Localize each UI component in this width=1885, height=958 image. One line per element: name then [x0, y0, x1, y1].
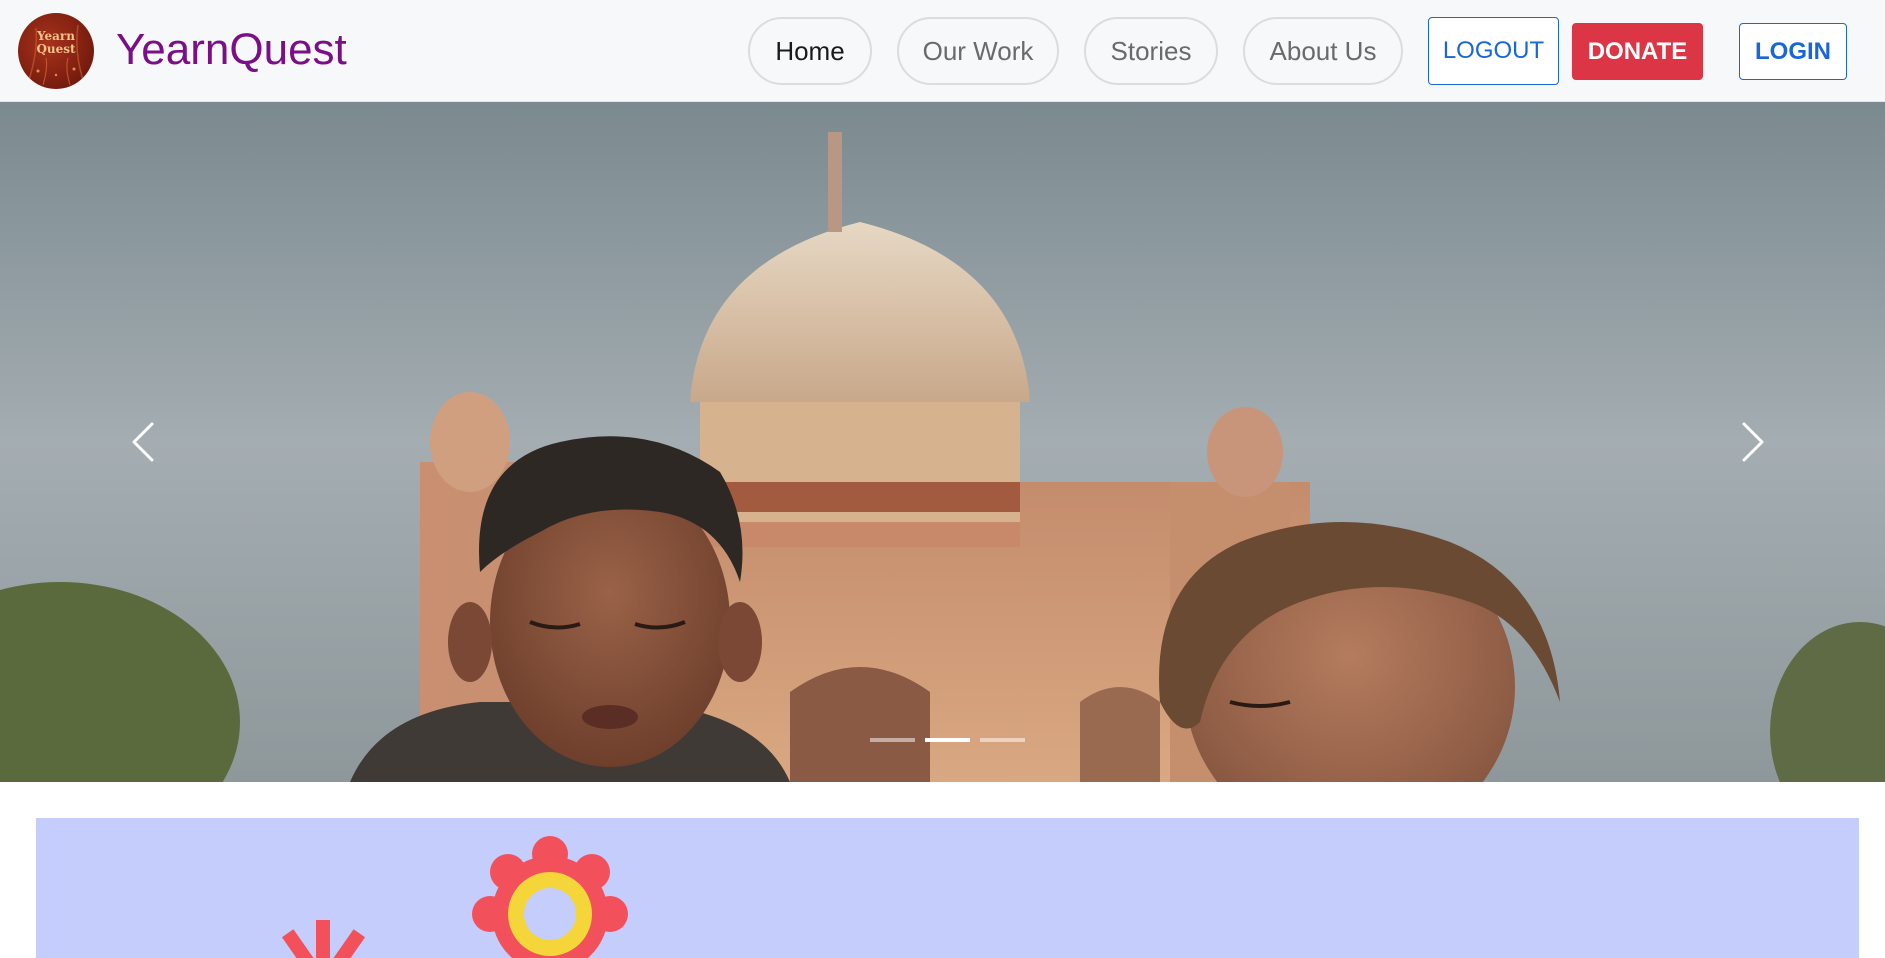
logout-button[interactable]: LOGOUT [1428, 17, 1559, 85]
carousel-indicators [870, 738, 1025, 742]
yearnquest-logo[interactable]: Yearn Quest [18, 13, 94, 89]
chevron-left-icon [132, 422, 154, 462]
logo-text: Yearn Quest [36, 29, 76, 56]
nav-stories[interactable]: Stories [1084, 17, 1218, 85]
donate-button[interactable]: DONATE [1572, 23, 1703, 80]
flower-illustration [281, 836, 628, 958]
nav-home[interactable]: Home [748, 17, 872, 85]
nav-about-us[interactable]: About Us [1243, 17, 1403, 85]
hero-image [0, 102, 1885, 782]
top-navbar: Yearn Quest YearnQuest Home Our Work Sto… [0, 0, 1885, 102]
login-button[interactable]: LOGIN [1739, 23, 1847, 80]
carousel-indicator-1[interactable] [870, 738, 915, 742]
chevron-right-icon [1742, 422, 1764, 462]
carousel-indicator-2[interactable] [925, 738, 970, 742]
brand-name[interactable]: YearnQuest [116, 24, 347, 76]
nav-our-work[interactable]: Our Work [897, 17, 1059, 85]
carousel-indicator-3[interactable] [980, 738, 1025, 742]
carousel-next-button[interactable] [1712, 402, 1792, 482]
feature-banner [36, 818, 1859, 958]
hero-carousel [0, 102, 1885, 782]
carousel-prev-button[interactable] [102, 402, 182, 482]
